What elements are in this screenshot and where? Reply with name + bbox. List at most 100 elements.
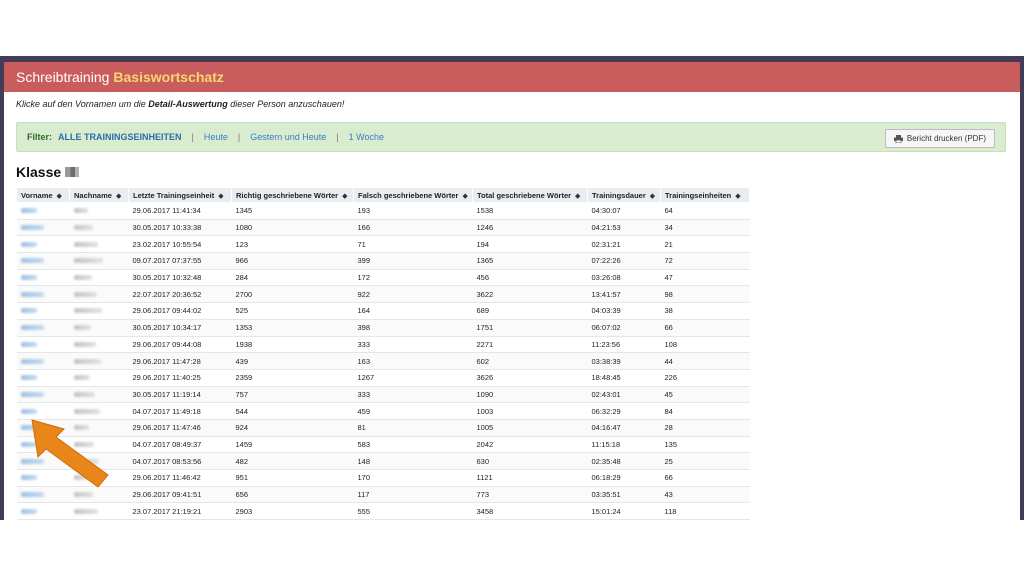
table-cell: 148: [353, 452, 473, 470]
first-name-link[interactable]: [16, 235, 70, 254]
first-name-link[interactable]: [16, 319, 70, 337]
table-cell: 30.05.2017 10:34:17: [128, 319, 232, 337]
table-row: 29.06.2017 11:46:42 951 170 1121 06:18:29 66: [16, 469, 750, 487]
class-name-pixelated: [65, 167, 80, 177]
table-cell: 135: [660, 436, 750, 454]
table-cell: 1121: [472, 469, 588, 487]
filter-option-all[interactable]: ALLE TRAININGSEINHEITEN: [58, 132, 182, 142]
last-name-redacted: [73, 492, 93, 498]
table-cell: 2042: [472, 436, 588, 454]
table-cell: 25: [660, 452, 750, 470]
table-cell: 06:18:29: [587, 469, 661, 487]
filter-option-today[interactable]: Heute: [204, 132, 228, 142]
instruction-text: Klicke auf den Vornamen um die Detail-Au…: [16, 99, 1020, 109]
table-cell: 18:48:45: [587, 369, 661, 387]
last-name-redacted: [73, 258, 103, 264]
last-name-redacted: [73, 375, 90, 381]
column-header-trainingseinheiten[interactable]: Trainingseinheiten ◆: [660, 187, 750, 203]
last-name-redacted: [73, 358, 101, 364]
first-name-redacted: [20, 408, 37, 414]
table-cell: 333: [353, 386, 473, 404]
table-row: 29.06.2017 11:41:34 1345 193 1538 04:30:07 64: [16, 202, 750, 220]
table-row: 22.07.2017 20:36:52 2700 922 3622 13:41:57 98: [16, 285, 750, 304]
print-report-button[interactable]: Bericht drucken (PDF): [884, 129, 995, 148]
table-cell: 966: [231, 252, 354, 270]
table-cell: 15:01:24: [587, 502, 661, 520]
table-cell: 439: [231, 352, 354, 370]
table-cell: 170: [353, 469, 473, 487]
table-body: 29.06.2017 11:41:34 1345 193 1538 04:30:07 64…: [16, 202, 750, 520]
table-cell: 47: [660, 269, 750, 287]
last-name-redacted: [73, 408, 100, 414]
last-name-cell: [69, 369, 129, 387]
table-cell: 1090: [472, 386, 588, 404]
table-cell: 84: [660, 402, 750, 420]
table-cell: 583: [353, 436, 473, 454]
column-header-vorname[interactable]: Vorname ◆: [16, 187, 70, 203]
first-name-link[interactable]: [16, 352, 70, 370]
filter-option-week[interactable]: 1 Woche: [349, 132, 384, 142]
first-name-link[interactable]: [16, 252, 70, 270]
first-name-redacted: [20, 208, 37, 214]
column-header-falsch[interactable]: Falsch geschriebene Wörter ◆: [353, 187, 473, 203]
table-cell: 04:30:07: [587, 202, 661, 220]
first-name-link[interactable]: [16, 386, 70, 404]
table-cell: 21: [660, 235, 750, 254]
first-name-link[interactable]: [16, 302, 70, 320]
table-cell: 1246: [472, 219, 588, 237]
first-name-link[interactable]: [16, 502, 70, 520]
first-name-redacted: [20, 341, 37, 347]
first-name-link[interactable]: [16, 285, 70, 304]
table-cell: 3458: [472, 502, 588, 520]
column-header-richtig[interactable]: Richtig geschriebene Wörter ◆: [231, 187, 354, 203]
table-cell: 3626: [472, 369, 588, 387]
last-name-cell: [69, 285, 129, 304]
table-cell: 72: [660, 252, 750, 270]
first-name-redacted: [20, 258, 44, 264]
table-row: 29.06.2017 09:44:08 1938 333 2271 11:23:56 10…: [16, 336, 750, 354]
first-name-link[interactable]: [16, 369, 70, 387]
last-name-cell: [69, 202, 129, 220]
last-name-redacted: [73, 241, 98, 247]
last-name-cell: [69, 269, 129, 287]
table-cell: 1938: [231, 336, 354, 354]
column-header-total[interactable]: Total geschriebene Wörter ◆: [472, 187, 588, 203]
table-cell: 525: [231, 302, 354, 320]
results-table: Vorname ◆ Nachname ◆ Letzte Trainingseinhe…: [16, 187, 750, 520]
first-name-link[interactable]: [16, 202, 70, 220]
table-row: 30.05.2017 10:34:17 1353 398 1751 06:07:02 66: [16, 319, 750, 337]
table-cell: 284: [231, 269, 354, 287]
first-name-link[interactable]: [16, 269, 70, 287]
table-cell: 29.06.2017 11:47:46: [128, 419, 232, 437]
column-header-trainingsdauer[interactable]: Trainingsdauer ◆: [587, 187, 661, 203]
filter-option-yesterday-today[interactable]: Gestern und Heute: [250, 132, 326, 142]
table-cell: 773: [472, 486, 588, 504]
table-row: 04.07.2017 11:49:18 544 459 1003 06:32:29 84: [16, 402, 750, 420]
table-cell: 29.06.2017 09:44:08: [128, 336, 232, 354]
table-cell: 922: [353, 285, 473, 304]
column-header-nachname[interactable]: Nachname ◆: [69, 187, 129, 203]
table-cell: 2700: [231, 285, 354, 304]
table-cell: 29.06.2017 11:46:42: [128, 469, 232, 487]
table-cell: 04.07.2017 08:49:37: [128, 436, 232, 454]
table-cell: 30.05.2017 10:33:38: [128, 219, 232, 237]
table-cell: 22.07.2017 20:36:52: [128, 285, 232, 304]
table-row: 30.05.2017 10:32:48 284 172 456 03:26:08 47: [16, 269, 750, 287]
last-name-redacted: [73, 208, 88, 214]
last-name-redacted: [73, 325, 91, 331]
table-cell: 13:41:57: [587, 285, 661, 304]
first-name-link[interactable]: [16, 219, 70, 237]
column-header-letzte-trainingseinheit[interactable]: Letzte Trainingseinheit ◆: [128, 187, 232, 203]
printer-icon: [893, 134, 903, 143]
last-name-cell: [69, 302, 129, 320]
first-name-link[interactable]: [16, 336, 70, 354]
filter-label: Filter:: [27, 132, 53, 142]
table-row: 29.06.2017 09:41:51 656 117 773 03:35:51 43: [16, 486, 750, 504]
table-cell: 2359: [231, 369, 354, 387]
sort-icon: ◆: [56, 192, 62, 200]
table-row: 04.07.2017 08:53:56 482 148 630 02:35:48 25: [16, 452, 750, 470]
table-cell: 02:31:21: [587, 235, 661, 254]
last-name-cell: [69, 502, 129, 520]
last-name-redacted: [73, 291, 97, 297]
first-name-redacted: [20, 391, 44, 397]
